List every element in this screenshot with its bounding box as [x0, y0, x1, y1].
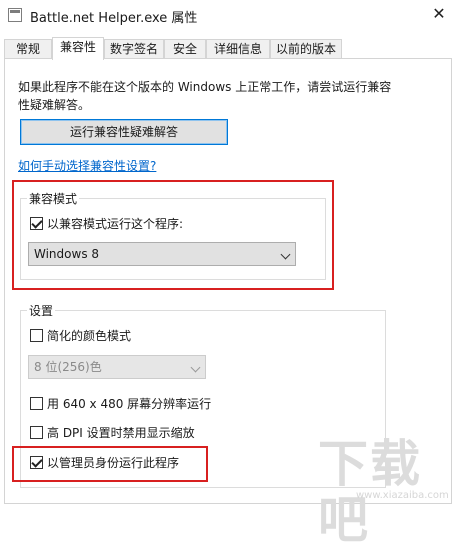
- close-icon[interactable]: ✕: [421, 0, 457, 30]
- reduced-color-label: 简化的颜色模式: [47, 329, 132, 343]
- resolution-label: 用 640 x 480 屏幕分辨率运行: [47, 397, 212, 411]
- compat-os-select[interactable]: Windows 8: [28, 242, 296, 266]
- compat-os-value: Windows 8: [34, 247, 100, 261]
- admin-label: 以管理员身份运行此程序: [47, 456, 180, 470]
- reduced-color-checkbox[interactable]: [30, 329, 43, 342]
- tab-previous-versions[interactable]: 以前的版本: [270, 39, 342, 59]
- chevron-down-icon: [280, 249, 291, 260]
- title-bar: Battle.net Helper.exe 属性 ✕: [0, 0, 457, 32]
- tab-details[interactable]: 详细信息: [206, 39, 270, 59]
- high-dpi-label: 高 DPI 设置时禁用显示缩放: [47, 426, 195, 440]
- tab-general[interactable]: 常规: [4, 39, 52, 59]
- chevron-down-icon: [190, 362, 201, 373]
- high-dpi-checkbox[interactable]: [30, 426, 43, 439]
- admin-checkbox[interactable]: [30, 456, 43, 469]
- settings-legend: 设置: [29, 304, 54, 318]
- color-depth-value: 8 位(256)色: [34, 360, 102, 374]
- run-compatibility-troubleshooter-button[interactable]: 运行兼容性疑难解答: [20, 119, 228, 145]
- window-title: Battle.net Helper.exe 属性: [30, 11, 198, 26]
- resolution-checkbox[interactable]: [30, 397, 43, 410]
- color-depth-select[interactable]: 8 位(256)色: [28, 355, 206, 379]
- intro-text: 如果此程序不能在这个版本的 Windows 上正常工作，请尝试运行兼容性疑难解答…: [18, 80, 392, 112]
- tab-compatibility[interactable]: 兼容性: [52, 37, 104, 60]
- app-icon: [8, 8, 22, 22]
- manual-settings-link[interactable]: 如何手动选择兼容性设置?: [18, 157, 156, 174]
- tab-security[interactable]: 安全: [164, 39, 206, 59]
- compat-mode-label: 以兼容模式运行这个程序:: [47, 217, 184, 231]
- compat-mode-legend: 兼容模式: [29, 192, 78, 206]
- tab-digital-signatures[interactable]: 数字签名: [104, 39, 164, 59]
- compat-mode-group: 兼容模式: [20, 190, 326, 280]
- compat-mode-checkbox[interactable]: [30, 217, 43, 230]
